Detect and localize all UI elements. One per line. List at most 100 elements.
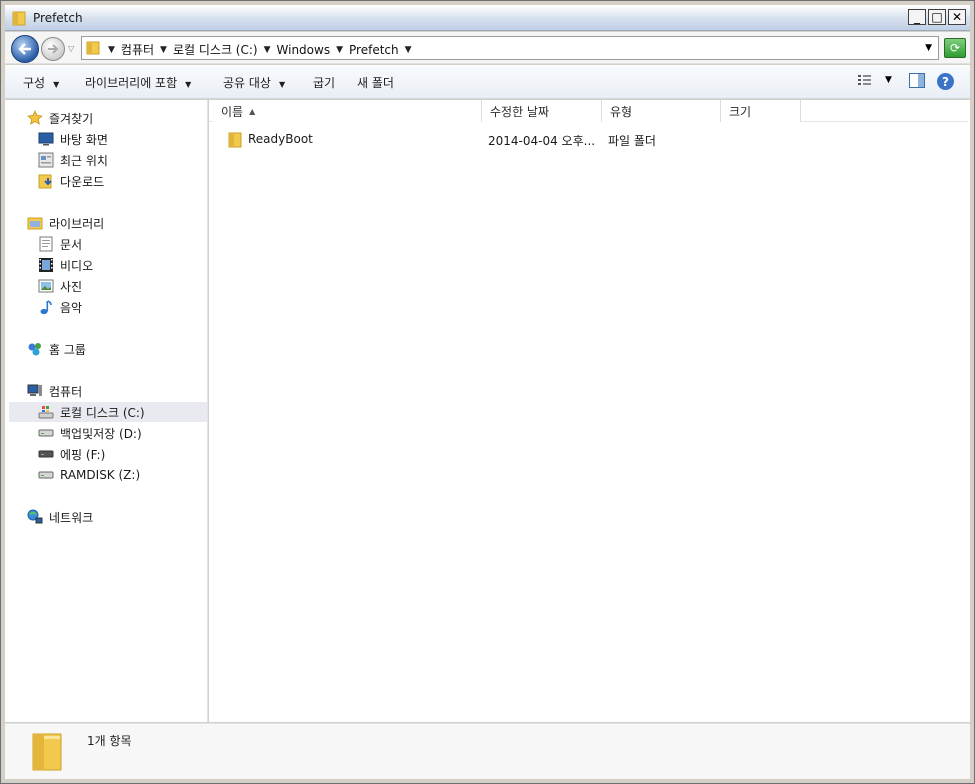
refresh-button[interactable]: ⟳ xyxy=(944,38,966,58)
sidebar-item-desktop[interactable]: 바탕 화면 xyxy=(38,129,108,149)
arrow-left-icon xyxy=(18,43,31,55)
music-icon xyxy=(38,299,54,315)
sidebar-item-label: 문서 xyxy=(60,237,83,252)
address-bar[interactable]: ▼ 컴퓨터 ▼ 로컬 디스크 (C:) ▼ Windows ▼ Prefetch… xyxy=(81,36,939,60)
sidebar-item-computer[interactable]: 컴퓨터 xyxy=(27,381,82,401)
sidebar-item-label: 비디오 xyxy=(60,258,94,273)
help-icon: ? xyxy=(937,73,954,90)
sidebar-item-label: 최근 위치 xyxy=(60,153,108,168)
breadcrumb-prefetch[interactable]: Prefetch xyxy=(349,43,399,57)
chevron-down-icon: ▼ xyxy=(278,80,286,89)
downloads-icon xyxy=(38,173,54,189)
folder-icon xyxy=(12,11,26,26)
close-button[interactable]: ✕ xyxy=(948,9,966,25)
sidebar-item-music[interactable]: 음악 xyxy=(38,297,82,317)
folder-icon xyxy=(228,132,242,148)
sidebar-item-local-disk-c[interactable]: 로컬 디스크 (C:) xyxy=(9,402,207,422)
sidebar-item-label: RAMDISK (Z:) xyxy=(60,468,141,482)
explorer-window: Prefetch _ □ ✕ ▽ ▼ 컴퓨터 ▼ 로컬 디스크 (C:) ▼ W… xyxy=(0,0,975,784)
libraries-icon xyxy=(27,215,43,231)
maximize-icon: □ xyxy=(931,10,943,24)
column-header-type[interactable]: 유형 xyxy=(602,100,721,122)
sidebar-item-drive-z[interactable]: RAMDISK (Z:) xyxy=(38,465,140,485)
navigation-pane: 즐겨찾기 바탕 화면 최근 위치 다운로드 라이브러리 문서 비디오 사진 음악… xyxy=(5,100,208,722)
address-history-dropdown[interactable]: ▼ xyxy=(925,43,932,53)
sidebar-item-videos[interactable]: 비디오 xyxy=(38,255,93,275)
file-modified: 2014-04-04 오후... xyxy=(488,134,596,148)
window-title: Prefetch xyxy=(33,11,83,25)
burn-button[interactable]: 굽기 xyxy=(313,74,335,91)
help-button[interactable]: ? xyxy=(937,73,954,90)
column-header-name[interactable]: 이름 ▲ xyxy=(213,100,482,122)
sidebar-item-network[interactable]: 네트워크 xyxy=(27,507,93,527)
close-icon: ✕ xyxy=(951,10,963,24)
sidebar-item-label: 다운로드 xyxy=(60,174,105,189)
chevron-down-icon[interactable]: ▼ xyxy=(405,45,412,55)
maximize-button[interactable]: □ xyxy=(928,9,946,25)
hard-drive-icon xyxy=(38,446,54,462)
share-with-button[interactable]: 공유 대상 ▼ xyxy=(223,74,285,91)
column-header-modified[interactable]: 수정한 날짜 xyxy=(482,100,602,122)
computer-icon xyxy=(27,383,43,399)
sidebar-item-favorites[interactable]: 즐겨찾기 xyxy=(27,108,93,128)
chevron-down-icon[interactable]: ▼ xyxy=(160,45,167,55)
sidebar-item-label: 사진 xyxy=(60,279,83,294)
view-details-icon xyxy=(858,75,871,85)
breadcrumb-local-disk[interactable]: 로컬 디스크 (C:) xyxy=(173,41,258,58)
sidebar-item-label: 네트워크 xyxy=(49,510,94,525)
preview-pane-button[interactable] xyxy=(909,73,925,91)
folder-icon xyxy=(86,41,100,55)
document-icon xyxy=(38,236,54,252)
network-icon xyxy=(27,509,43,525)
arrow-right-icon xyxy=(48,44,59,54)
breadcrumb-windows[interactable]: Windows xyxy=(277,43,331,57)
recent-pages-dropdown[interactable]: ▽ xyxy=(68,44,74,53)
sidebar-item-homegroup[interactable]: 홈 그룹 xyxy=(27,339,86,359)
sidebar-item-label: 에핑 (F:) xyxy=(60,447,106,462)
window-controls: _ □ ✕ xyxy=(908,9,966,25)
sidebar-item-label: 로컬 디스크 (C:) xyxy=(60,405,145,420)
sidebar-item-label: 백업및저장 (D:) xyxy=(60,426,142,441)
system-drive-icon xyxy=(38,404,54,420)
sidebar-item-documents[interactable]: 문서 xyxy=(38,234,82,254)
item-count: 1개 항목 xyxy=(87,734,132,748)
minimize-button[interactable]: _ xyxy=(908,9,926,25)
title-bar[interactable]: Prefetch _ □ ✕ xyxy=(5,5,970,31)
view-options-dropdown[interactable]: ▼ xyxy=(885,75,892,85)
include-in-library-button[interactable]: 라이브러리에 포함 ▼ xyxy=(85,74,191,91)
file-type: 파일 폴더 xyxy=(608,134,656,148)
sidebar-item-downloads[interactable]: 다운로드 xyxy=(38,171,104,191)
forward-button[interactable] xyxy=(41,37,65,61)
minimize-icon: _ xyxy=(914,10,920,24)
sidebar-item-drive-f[interactable]: 에핑 (F:) xyxy=(38,444,105,464)
refresh-icon: ⟳ xyxy=(949,41,961,55)
sidebar-item-libraries[interactable]: 라이브러리 xyxy=(27,213,104,233)
video-icon xyxy=(38,257,54,273)
column-header-size[interactable]: 크기 xyxy=(721,100,801,122)
file-list-pane: 이름 ▲ 수정한 날짜 유형 크기 ReadyBoot 2014-04-04 오… xyxy=(209,100,970,722)
sidebar-item-label: 컴퓨터 xyxy=(49,384,83,399)
sidebar-item-label: 홈 그룹 xyxy=(49,342,86,357)
new-folder-button[interactable]: 새 폴더 xyxy=(357,74,394,91)
chevron-down-icon[interactable]: ▼ xyxy=(108,45,115,55)
file-row[interactable]: ReadyBoot 2014-04-04 오후... 파일 폴더 xyxy=(221,130,671,150)
organize-button[interactable]: 구성 ▼ xyxy=(23,74,59,91)
sidebar-item-recent-places[interactable]: 최근 위치 xyxy=(38,150,108,170)
sidebar-item-pictures[interactable]: 사진 xyxy=(38,276,82,296)
sort-ascending-icon: ▲ xyxy=(249,106,256,116)
back-button[interactable] xyxy=(11,35,39,63)
chevron-down-icon: ▼ xyxy=(185,80,192,89)
change-view-button[interactable] xyxy=(857,73,873,90)
chevron-down-icon[interactable]: ▼ xyxy=(264,45,271,55)
star-icon xyxy=(27,110,43,126)
sidebar-item-drive-d[interactable]: 백업및저장 (D:) xyxy=(38,423,142,443)
chevron-down-icon: ▼ xyxy=(53,80,60,89)
sidebar-item-label: 음악 xyxy=(60,300,83,315)
chevron-down-icon[interactable]: ▼ xyxy=(336,45,343,55)
sidebar-item-label: 바탕 화면 xyxy=(60,132,108,147)
breadcrumb-computer[interactable]: 컴퓨터 xyxy=(121,41,154,58)
sidebar-item-label: 즐겨찾기 xyxy=(49,111,94,126)
preview-pane-icon xyxy=(909,73,925,88)
details-pane: 1개 항목 xyxy=(5,723,970,779)
homegroup-icon xyxy=(27,341,43,357)
